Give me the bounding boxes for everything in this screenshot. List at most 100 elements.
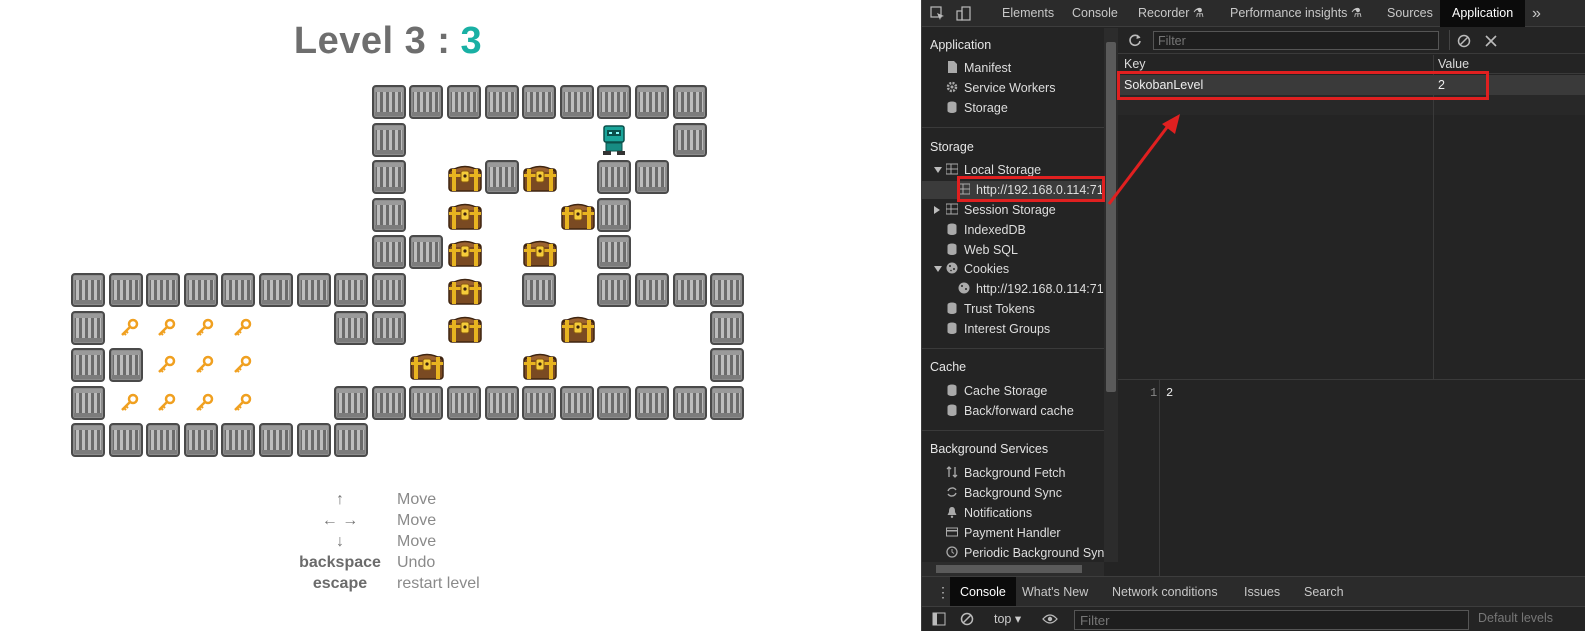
- bell-icon: [946, 505, 958, 518]
- sidebar-item-trust-tokens[interactable]: Trust Tokens: [946, 300, 1035, 318]
- key-target: [232, 393, 252, 413]
- sidebar-item-interest-groups[interactable]: Interest Groups: [946, 320, 1050, 338]
- arrows-updown-icon: [946, 465, 958, 478]
- wall-tile: [146, 423, 181, 458]
- treasure-chest: [448, 238, 482, 268]
- drawer-tab-console[interactable]: Console: [950, 577, 1016, 607]
- control-action: Undo: [397, 553, 436, 571]
- database-icon: [946, 222, 958, 235]
- sidebar-item-session-storage[interactable]: Session Storage: [945, 201, 1056, 219]
- console-toolbar: top ▾ Default levels: [922, 606, 1585, 631]
- wall-tile: [108, 423, 143, 458]
- wall-tile: [334, 273, 369, 307]
- sidebar-item-label: Background Sync: [964, 486, 1062, 500]
- sidebar-horizontal-scrollbar[interactable]: [922, 562, 1104, 576]
- drawer-tab-bar: ⋮ Console What's New Network conditions …: [922, 576, 1585, 607]
- drawer-tab-network-conditions[interactable]: Network conditions: [1112, 577, 1218, 607]
- expand-session-storage-icon[interactable]: [934, 206, 940, 214]
- wall-tile: [522, 273, 557, 307]
- line-number: 1: [1150, 386, 1158, 400]
- wall-tile: [71, 310, 105, 345]
- clear-console-icon[interactable]: [960, 612, 974, 629]
- scrollbar-thumb[interactable]: [936, 565, 1082, 573]
- database-icon: [946, 403, 958, 416]
- wall-tile: [259, 273, 293, 307]
- sidebar-item-background-fetch[interactable]: Background Fetch: [946, 464, 1065, 482]
- eye-icon[interactable]: [1042, 613, 1058, 628]
- treasure-chest: [448, 201, 482, 231]
- sidebar-item-back-forward-cache[interactable]: Back/forward cache: [946, 402, 1074, 420]
- sidebar-item-label: Trust Tokens: [964, 302, 1035, 316]
- clear-all-icon[interactable]: [1457, 34, 1471, 51]
- sidebar-scrollbar[interactable]: [1104, 28, 1118, 562]
- highlight-storage-row: [1117, 71, 1489, 100]
- wall-tile: [409, 85, 444, 119]
- wall-tile: [672, 122, 707, 157]
- gear-icon: [946, 80, 958, 93]
- wall-tile: [108, 273, 143, 307]
- expand-local-storage-icon[interactable]: [934, 167, 942, 173]
- wall-tile: [371, 235, 406, 270]
- tab-sources[interactable]: Sources: [1387, 0, 1433, 27]
- inspect-element-icon[interactable]: [930, 6, 946, 22]
- refresh-icon[interactable]: [1128, 33, 1142, 50]
- column-divider: [1433, 55, 1434, 379]
- sidebar-item-cookies-origin[interactable]: http://192.168.0.114:718: [958, 280, 1104, 298]
- context-select[interactable]: top ▾: [994, 611, 1021, 626]
- sidebar-item-websql[interactable]: Web SQL: [946, 241, 1018, 259]
- wall-tile: [71, 423, 105, 458]
- column-value[interactable]: Value: [1438, 57, 1469, 71]
- scrollbar-thumb[interactable]: [1106, 42, 1116, 392]
- column-key[interactable]: Key: [1124, 57, 1146, 71]
- tab-recorder[interactable]: Recorder ⚗: [1138, 0, 1204, 27]
- sidebar-toggle-icon[interactable]: [932, 612, 946, 629]
- sidebar-item-label: Web SQL: [964, 243, 1018, 257]
- log-levels-select[interactable]: Default levels: [1478, 611, 1553, 625]
- sidebar-item-label: Local Storage: [964, 163, 1042, 177]
- tab-performance-insights[interactable]: Performance insights ⚗: [1230, 0, 1362, 27]
- sidebar-item-payment-handler[interactable]: Payment Handler: [946, 524, 1061, 542]
- wall-tile: [710, 385, 745, 420]
- wall-tile: [597, 85, 632, 119]
- wall-tile: [635, 273, 669, 307]
- expand-cookies-icon[interactable]: [934, 266, 942, 272]
- wall-tile: [672, 85, 707, 119]
- database-icon: [946, 383, 958, 396]
- tab-performance-insights-label: Performance insights: [1230, 6, 1348, 20]
- tab-elements[interactable]: Elements: [1002, 0, 1054, 27]
- context-value: top: [994, 612, 1012, 626]
- sidebar-item-cookies[interactable]: Cookies: [946, 260, 1009, 278]
- tab-application[interactable]: Application: [1440, 0, 1526, 27]
- filter-input[interactable]: [1153, 31, 1439, 50]
- control-key: ↑: [336, 490, 344, 508]
- wall-tile: [710, 348, 745, 383]
- sidebar-item-storage[interactable]: Storage: [946, 99, 1008, 117]
- more-tabs-button[interactable]: »: [1532, 0, 1541, 27]
- drawer-tab-search[interactable]: Search: [1304, 577, 1344, 607]
- wall-tile: [635, 85, 669, 119]
- drawer-menu-icon[interactable]: ⋮: [936, 584, 950, 600]
- sidebar-item-label: Payment Handler: [964, 526, 1061, 540]
- sidebar-item-label: Cache Storage: [964, 384, 1048, 398]
- sidebar-item-cache-storage[interactable]: Cache Storage: [946, 382, 1047, 400]
- sidebar-item-manifest[interactable]: Manifest: [946, 59, 1011, 77]
- wall-tile: [710, 273, 745, 307]
- sidebar-item-periodic-background-sync[interactable]: Periodic Background Sync: [946, 544, 1104, 562]
- control-row: ← → Move: [285, 510, 535, 531]
- sidebar-item-background-sync[interactable]: Background Sync: [946, 484, 1062, 502]
- tab-console[interactable]: Console: [1072, 0, 1118, 27]
- delete-selected-icon[interactable]: [1484, 34, 1498, 51]
- wall-tile: [334, 310, 369, 345]
- table-icon: [945, 202, 959, 215]
- sidebar-item-indexeddb[interactable]: IndexedDB: [946, 221, 1026, 239]
- application-sidebar: Application Manifest Service Workers Sto…: [922, 28, 1104, 562]
- console-filter-input[interactable]: [1074, 610, 1469, 630]
- drawer-tab-issues[interactable]: Issues: [1244, 577, 1280, 607]
- device-toolbar-icon[interactable]: [956, 6, 972, 22]
- wall-tile: [447, 85, 481, 119]
- sidebar-item-notifications[interactable]: Notifications: [946, 504, 1032, 522]
- divider: [922, 348, 1104, 349]
- sidebar-item-service-workers[interactable]: Service Workers: [946, 79, 1055, 97]
- divider: [922, 127, 1104, 128]
- drawer-tab-whats-new[interactable]: What's New: [1022, 577, 1088, 607]
